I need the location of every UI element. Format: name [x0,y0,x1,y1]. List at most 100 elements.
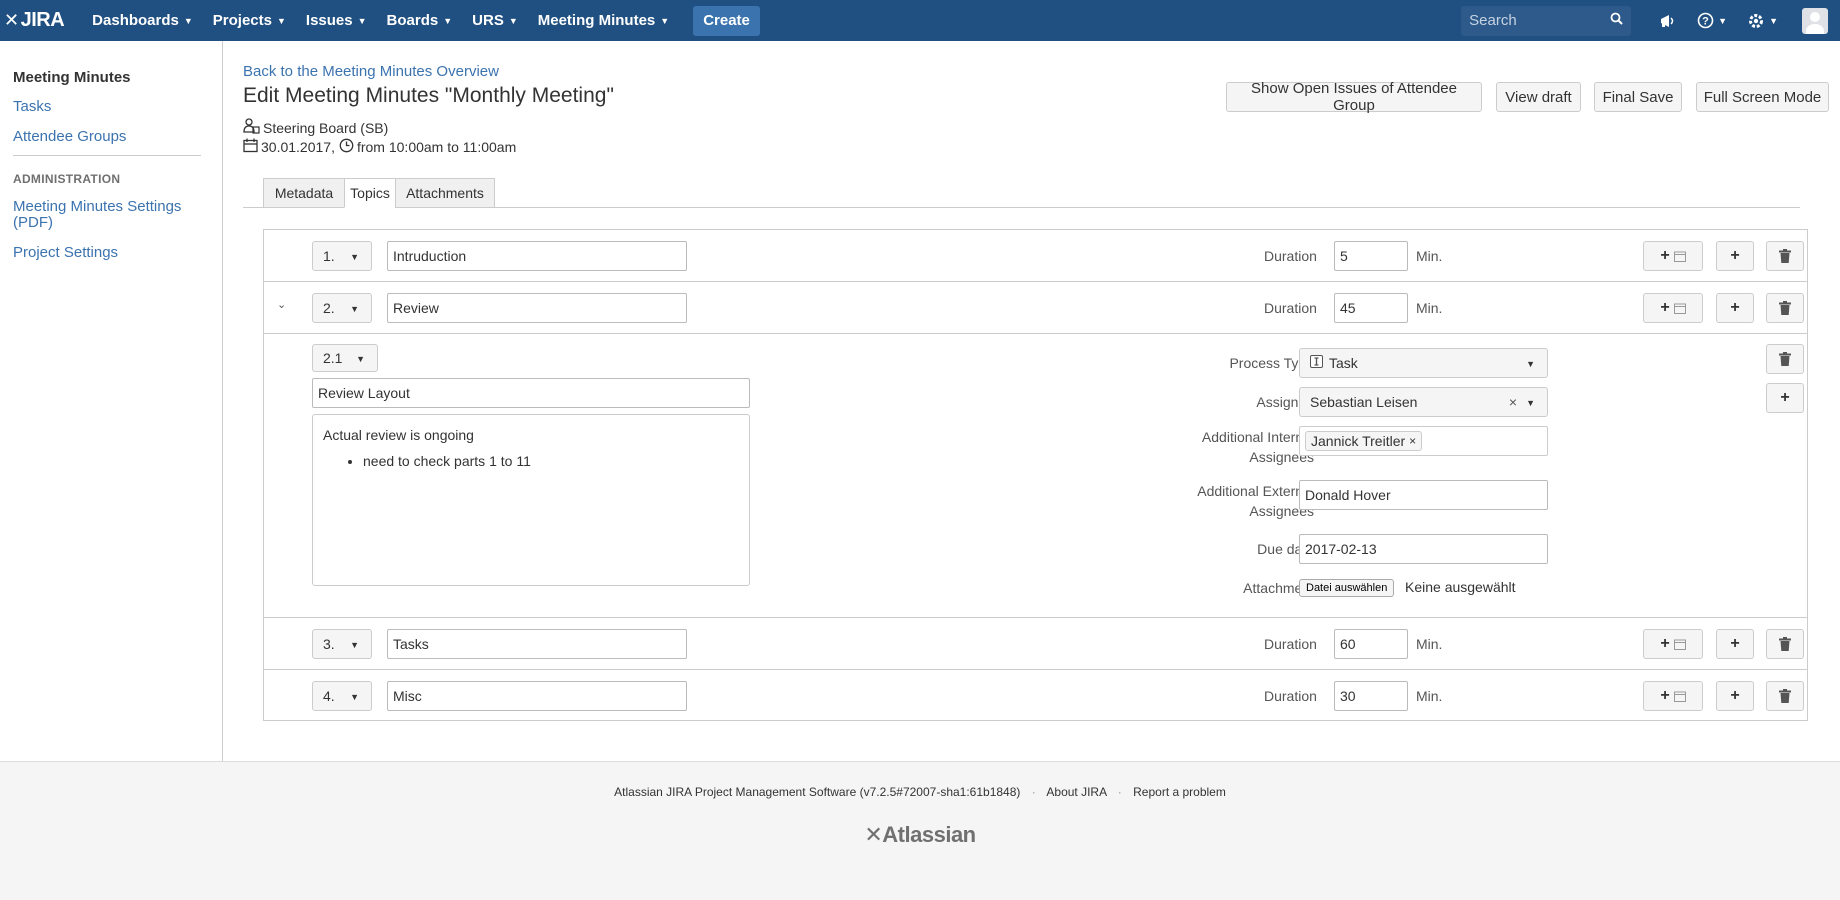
plus-icon: + [1730,687,1740,704]
create-button[interactable]: Create [693,5,760,36]
topic-number: 2. [323,300,335,316]
due-date-input[interactable] [1299,534,1548,564]
trash-icon [1779,249,1791,263]
delete-subtopic-button[interactable] [1766,344,1804,374]
sidebar-item-tasks[interactable]: Tasks [13,98,51,115]
jira-logo[interactable]: ✕ JIRA [4,9,65,32]
search-input[interactable]: Search [1461,5,1632,36]
add-subtopic-button[interactable]: + [1643,629,1703,659]
topic-number-select[interactable]: 3. ▼ [312,629,372,659]
view-draft-button[interactable]: View draft [1496,82,1581,112]
calendar-icon [1673,251,1686,262]
add-topic-button[interactable]: + [1716,681,1754,711]
add-subtopic-button[interactable]: + [1643,241,1703,271]
nav-dashboards-label: Dashboards [92,12,179,29]
topic-number: 4. [323,688,335,704]
chevron-down-icon: ▼ [1526,359,1535,369]
nav-boards[interactable]: Boards ▼ [377,0,463,41]
delete-topic-button[interactable] [1766,241,1804,271]
topic-title-input[interactable] [387,293,687,323]
atlassian-logo: ✕Atlassian [0,822,1840,848]
duration-label: Duration [1264,248,1317,264]
back-to-overview-link[interactable]: Back to the Meeting Minutes Overview [243,63,499,80]
duration-input[interactable] [1334,681,1408,711]
nav-issues[interactable]: Issues ▼ [296,0,377,41]
additional-external-assignees-input[interactable] [1299,480,1548,510]
sidebar-item-meeting-minutes-settings[interactable]: Meeting Minutes Settings (PDF) [13,199,203,231]
subtopic-number-select[interactable]: 2.1 ▼ [312,344,378,372]
topic-row: 1. ▼ Duration Min. + + [264,230,1807,282]
duration-label: Duration [1264,636,1317,652]
add-topic-button[interactable]: + [1716,629,1754,659]
about-jira-link[interactable]: About JIRA [1046,785,1106,799]
duration-input[interactable] [1334,293,1408,323]
delete-topic-button[interactable] [1766,293,1804,323]
assignee-value: Sebastian Leisen [1310,394,1418,410]
topic-number-select[interactable]: 4. ▼ [312,681,372,711]
tab-attachments[interactable]: Attachments [395,178,495,208]
topic-number-select[interactable]: 1. ▼ [312,241,372,271]
duration-input[interactable] [1334,241,1408,271]
assignee-select[interactable]: Sebastian Leisen × ▼ [1299,387,1548,417]
sidebar-item-attendee-groups[interactable]: Attendee Groups [13,128,126,145]
process-type-select[interactable]: Task ▼ [1299,348,1548,378]
delete-topic-button[interactable] [1766,629,1804,659]
jira-logo-icon: ✕ [4,10,19,30]
chevron-down-icon: ▼ [277,15,286,26]
sidebar-administration-heading: ADMINISTRATION [13,172,121,186]
chevron-down-icon: ▼ [350,640,359,650]
add-subtopic-button[interactable]: + [1643,681,1703,711]
attendee-group-name: Steering Board (SB) [263,119,389,136]
plus-icon: + [1660,687,1670,704]
final-save-button[interactable]: Final Save [1594,82,1682,112]
plus-icon: + [1660,299,1670,316]
report-problem-link[interactable]: Report a problem [1133,785,1226,799]
add-subtopic-item-button[interactable]: + [1766,383,1804,413]
footer-separator: · [1031,785,1036,799]
duration-input[interactable] [1334,629,1408,659]
show-open-issues-button[interactable]: Show Open Issues of Attendee Group [1226,80,1482,114]
sidebar-heading-meeting-minutes[interactable]: Meeting Minutes [13,69,131,86]
atlassian-logo-text: Atlassian [882,822,976,847]
subtopic-title-input[interactable] [312,378,750,408]
remove-tag-icon[interactable]: × [1409,434,1416,448]
topic-title-input[interactable] [387,629,687,659]
nav-projects[interactable]: Projects ▼ [203,0,296,41]
page-title: Edit Meeting Minutes "Monthly Meeting" [243,84,614,107]
user-avatar[interactable] [1802,7,1828,34]
choose-file-button[interactable]: Datei auswählen [1299,579,1395,597]
chevron-down-icon[interactable]: ⌄ [277,298,286,311]
help-icon[interactable]: ? ▼ [1697,12,1727,29]
plus-icon: + [1660,247,1670,264]
add-subtopic-button[interactable]: + [1643,293,1703,323]
subtopic-description-editor[interactable]: Actual review is ongoing need to check p… [312,414,750,586]
chevron-down-icon: ▼ [357,15,367,26]
attachment-label: Attachment [1243,580,1314,596]
megaphone-icon[interactable] [1659,13,1677,29]
topic-title-input[interactable] [387,241,687,271]
nav-dashboards[interactable]: Dashboards ▼ [82,0,203,41]
tab-metadata[interactable]: Metadata [263,178,345,208]
tab-bar: Metadata Topics Attachments [243,178,1800,208]
task-type-icon [1310,355,1323,371]
nav-issues-label: Issues [305,12,353,29]
duration-label: Duration [1264,300,1317,316]
add-topic-button[interactable]: + [1716,241,1754,271]
meeting-time: from 10:00am to 11:00am [356,139,517,155]
nav-meeting-minutes[interactable]: Meeting Minutes ▼ [528,0,679,41]
delete-topic-button[interactable] [1766,681,1804,711]
sidebar-item-project-settings[interactable]: Project Settings [13,244,118,261]
topic-title-input[interactable] [387,681,687,711]
tab-topics[interactable]: Topics [344,178,396,208]
search-placeholder: Search [1469,12,1517,29]
topic-number-select[interactable]: 2. ▼ [312,293,372,323]
description-bullet-list: need to check parts 1 to 11 [313,453,749,469]
chevron-down-icon: ▼ [660,15,670,26]
additional-internal-assignees-input[interactable]: Jannick Treitler × [1299,426,1548,456]
duration-unit: Min. [1416,636,1443,652]
gear-icon[interactable]: ▼ [1747,12,1778,30]
nav-urs[interactable]: URS ▼ [462,0,528,41]
full-screen-mode-button[interactable]: Full Screen Mode [1696,82,1829,112]
add-topic-button[interactable]: + [1716,293,1754,323]
clear-icon[interactable]: × [1509,394,1517,410]
